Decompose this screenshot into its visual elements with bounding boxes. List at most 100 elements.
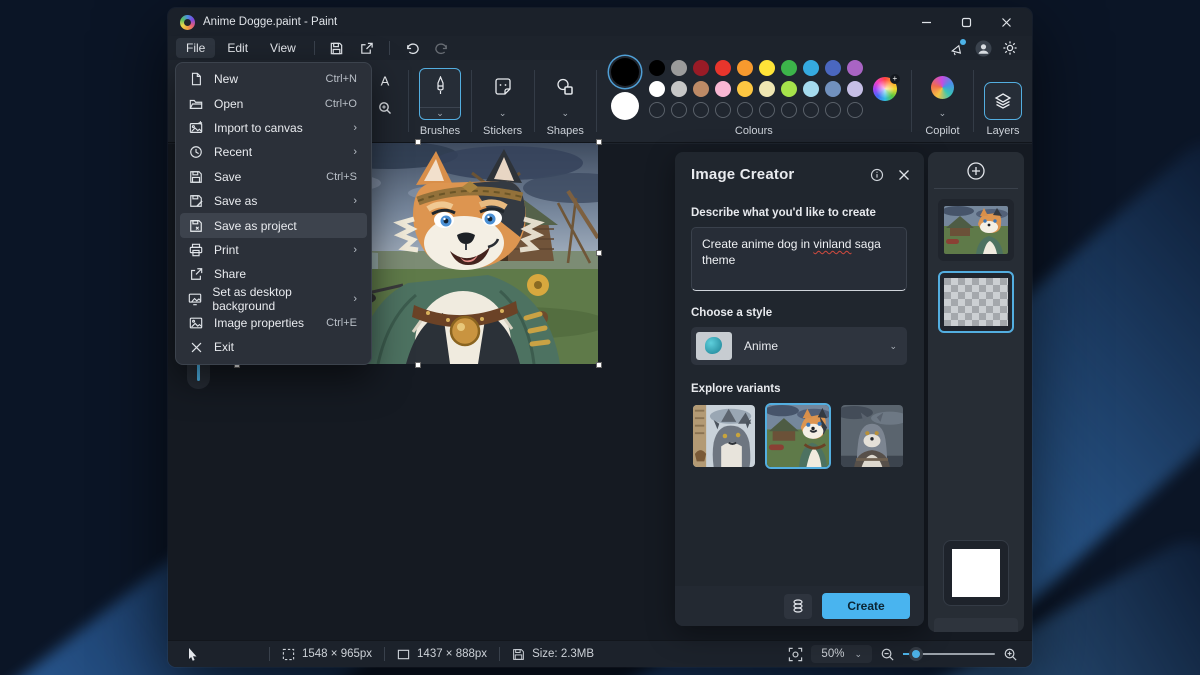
color-swatch[interactable]: [847, 60, 863, 76]
settings-gear-icon[interactable]: [1002, 40, 1018, 56]
empty-color-slot[interactable]: [715, 102, 731, 118]
shapes-section: ⌄ Shapes: [534, 60, 596, 142]
variant-thumbnail-2[interactable]: [765, 403, 831, 469]
color-swatch[interactable]: [715, 60, 731, 76]
credits-button[interactable]: [784, 594, 812, 619]
variant-thumbnail-1[interactable]: [691, 403, 757, 469]
color-swatch[interactable]: [649, 60, 665, 76]
colours-section: + Colours: [597, 60, 911, 142]
add-layer-button[interactable]: [965, 160, 987, 182]
create-button[interactable]: Create: [822, 593, 910, 619]
chevron-down-icon: ⌄: [499, 109, 507, 117]
color-swatch[interactable]: [737, 60, 753, 76]
info-icon[interactable]: [870, 168, 884, 182]
style-dropdown[interactable]: Anime ⌄: [691, 327, 907, 365]
selection-handle[interactable]: [596, 362, 602, 368]
menu-edit[interactable]: Edit: [217, 38, 258, 58]
color-swatch[interactable]: [693, 60, 709, 76]
zoom-level-dropdown[interactable]: 50% ⌄: [811, 645, 872, 663]
color-swatch[interactable]: [649, 81, 665, 97]
import-image-icon: [188, 120, 204, 136]
color-swatch[interactable]: [781, 81, 797, 97]
empty-color-slot[interactable]: [737, 102, 753, 118]
empty-color-slot[interactable]: [649, 102, 665, 118]
variant-thumbnail-3[interactable]: [839, 403, 905, 469]
file-menu-share[interactable]: Share: [180, 262, 367, 286]
divider: [934, 188, 1018, 189]
file-menu-import[interactable]: Import to canvas ›: [180, 116, 367, 140]
empty-color-slot[interactable]: [781, 102, 797, 118]
color-swatch[interactable]: [847, 81, 863, 97]
menu-view[interactable]: View: [260, 38, 306, 58]
magnifier-tool[interactable]: [372, 96, 398, 120]
layer-1-thumbnail: [944, 206, 1008, 254]
empty-color-slot[interactable]: [825, 102, 841, 118]
file-menu-save-as-project[interactable]: Save as project: [180, 213, 367, 237]
zoom-in-icon[interactable]: [1003, 647, 1022, 662]
color-swatch[interactable]: [715, 81, 731, 97]
edit-colours-wheel[interactable]: +: [873, 77, 897, 101]
selection-handle[interactable]: [596, 139, 602, 145]
save-icon[interactable]: [323, 38, 351, 58]
primary-colour-swatch[interactable]: [611, 58, 639, 86]
color-swatch[interactable]: [737, 81, 753, 97]
zoom-out-icon[interactable]: [880, 647, 895, 662]
brushes-button[interactable]: ⌄: [419, 68, 461, 120]
color-swatch[interactable]: [671, 60, 687, 76]
zoom-slider[interactable]: [903, 647, 995, 661]
redo-icon[interactable]: [428, 38, 456, 58]
color-swatch[interactable]: [693, 81, 709, 97]
feedback-icon[interactable]: [949, 41, 965, 56]
save-as-icon: [188, 193, 204, 209]
menu-file[interactable]: File: [176, 38, 215, 58]
file-menu-print[interactable]: Print ›: [180, 238, 367, 262]
empty-color-slot[interactable]: [803, 102, 819, 118]
undo-icon[interactable]: [398, 38, 426, 58]
selection-handle[interactable]: [415, 362, 421, 368]
layers-button[interactable]: [984, 82, 1022, 120]
file-menu-exit[interactable]: Exit: [180, 335, 367, 359]
empty-color-slot[interactable]: [671, 102, 687, 118]
color-swatch[interactable]: [825, 81, 841, 97]
file-menu-recent[interactable]: Recent ›: [180, 140, 367, 164]
zoom-level-value: 50%: [821, 648, 844, 660]
account-icon[interactable]: [975, 40, 992, 57]
file-menu-save-as[interactable]: Save as ›: [180, 189, 367, 213]
file-menu-set-background[interactable]: Set as desktop background ›: [180, 287, 367, 311]
color-swatch[interactable]: [803, 60, 819, 76]
stickers-button[interactable]: ⌄: [482, 68, 524, 120]
share-icon[interactable]: [353, 38, 381, 58]
selection-handle[interactable]: [596, 250, 602, 256]
titlebar[interactable]: Anime Dogge.paint - Paint: [168, 8, 1032, 36]
status-bar: 1548 × 965px 1437 × 888px Size: 2.3MB 50…: [168, 640, 1032, 667]
layer-item-2-selected[interactable]: [938, 271, 1014, 333]
file-menu-image-properties[interactable]: Image properties Ctrl+E: [180, 311, 367, 335]
empty-color-slot[interactable]: [847, 102, 863, 118]
color-swatch[interactable]: [803, 81, 819, 97]
selection-handle[interactable]: [415, 139, 421, 145]
chevron-down-icon: ⌄: [436, 109, 444, 117]
close-panel-icon[interactable]: [898, 169, 910, 181]
copilot-button[interactable]: ⌄: [921, 68, 963, 120]
empty-color-slot[interactable]: [693, 102, 709, 118]
fit-to-screen-icon[interactable]: [788, 647, 803, 662]
shapes-button[interactable]: ⌄: [544, 68, 586, 120]
minimize-button[interactable]: [906, 9, 946, 35]
color-swatch[interactable]: [759, 60, 775, 76]
text-tool[interactable]: A: [372, 69, 398, 93]
secondary-colour-swatch[interactable]: [611, 92, 639, 120]
layer-item-1[interactable]: [938, 199, 1014, 261]
background-layer[interactable]: [943, 540, 1009, 606]
color-swatch[interactable]: [825, 60, 841, 76]
prompt-input[interactable]: Create anime dog in vinland saga theme: [691, 227, 907, 291]
file-menu-new[interactable]: New Ctrl+N: [180, 67, 367, 91]
file-menu-open[interactable]: Open Ctrl+O: [180, 91, 367, 115]
color-swatch[interactable]: [781, 60, 797, 76]
color-swatch[interactable]: [671, 81, 687, 97]
zoom-slider-thumb[interactable]: [909, 647, 923, 661]
file-menu-save[interactable]: Save Ctrl+S: [180, 165, 367, 189]
color-swatch[interactable]: [759, 81, 775, 97]
close-button[interactable]: [986, 9, 1026, 35]
empty-color-slot[interactable]: [759, 102, 775, 118]
maximize-button[interactable]: [946, 9, 986, 35]
